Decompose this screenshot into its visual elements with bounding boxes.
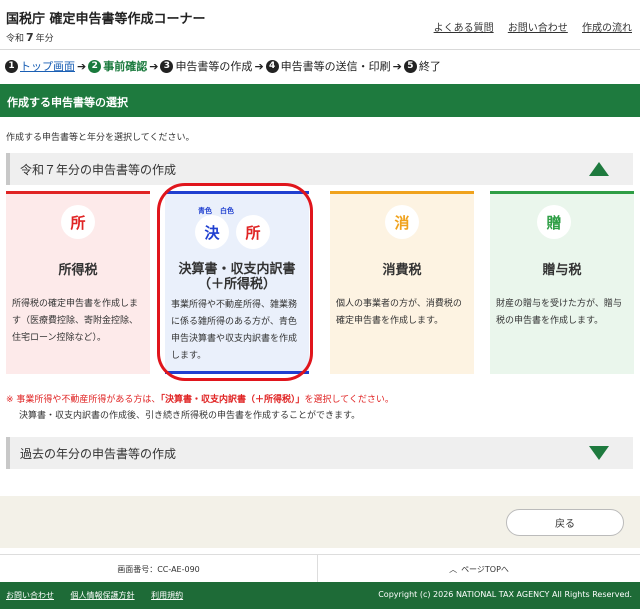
footer-bar: お問い合わせ 個人情報保護方針 利用規約 Copyright (c) 2026 …: [0, 582, 640, 609]
navigation-area: 戻る: [0, 496, 640, 548]
page-top-link[interactable]: ︿ ページTOPへ: [318, 555, 640, 583]
contact-link[interactable]: お問い合わせ: [508, 23, 568, 34]
financial-statement-title: 決算書・収支内訳書 （＋所得税）: [165, 262, 309, 292]
era-suffix: 年分: [35, 34, 54, 44]
step-number-5: 5: [403, 59, 417, 73]
copyright: Copyright (c) 2026 NATIONAL TAX AGENCY A…: [378, 590, 632, 599]
arrow-right-icon: ➔: [149, 59, 159, 73]
step-send-print: 4 申告書等の送信・印刷: [265, 58, 391, 74]
step-precheck-label: 事前確認: [103, 60, 148, 73]
tax-year-label: 令和 7 年分: [6, 31, 54, 44]
gift-tax-card[interactable]: 贈 贈与税 財産の贈与を受けた方が、贈与税の申告書を作成します。: [490, 191, 634, 374]
section-title: 作成する申告書等の選択: [0, 84, 640, 117]
past-years-accordion-title: 過去の年分の申告書等の作成: [20, 447, 177, 461]
arrow-right-icon: ➔: [392, 59, 402, 73]
consumption-tax-icon: 消: [385, 205, 419, 239]
current-year-accordion[interactable]: 令和７年分の申告書等の作成: [6, 153, 633, 185]
income-tax-icon: 所: [61, 205, 95, 239]
financial-statement-title-line2: （＋所得税）: [197, 277, 276, 292]
page-top-label: ページTOPへ: [461, 564, 509, 574]
chevron-up-icon: ︿: [449, 564, 458, 574]
past-years-accordion[interactable]: 過去の年分の申告書等の作成: [6, 437, 633, 469]
step-number-4: 4: [265, 59, 279, 73]
screen-id: 画面番号：CC-AE-090: [0, 555, 318, 583]
note-line-1: ※ 事業所得や不動産所得がある方は、「決算書・収支内訳書（＋所得税）」を選択して…: [6, 392, 394, 405]
step-top[interactable]: 1 トップ画面: [5, 58, 75, 74]
step-number-3: 3: [160, 59, 174, 73]
step-number-1: 1: [5, 59, 18, 73]
note-text-after: を選択してください。: [304, 395, 394, 405]
income-tax-card[interactable]: 所 所得税 所得税の確定申告書を作成します（医療費控除、寄附金控除、住宅ローン控…: [6, 191, 150, 374]
gift-tax-icon: 贈: [537, 205, 571, 239]
consumption-tax-title: 消費税: [382, 263, 422, 278]
consumption-tax-description: 個人の事業者の方が、消費税の確定申告書を作成します。: [336, 299, 462, 326]
income-tax-description: 所得税の確定申告書を作成します（医療費控除、寄附金控除、住宅ローン控除など）。: [12, 299, 139, 343]
faq-link[interactable]: よくある質問: [434, 23, 494, 34]
card-accent-bar-bottom: [165, 371, 309, 374]
step-top-link[interactable]: トップ画面: [20, 58, 75, 74]
step-number-2: 2: [88, 59, 102, 73]
progress-steps: 1 トップ画面 ➔ 2 事前確認 ➔ 3 申告書等の作成 ➔ 4 申告書等の送信…: [5, 58, 441, 74]
card-accent-bar: [490, 191, 634, 194]
era-prefix: 令和: [6, 34, 25, 44]
card-accent-bar: [165, 191, 309, 194]
footer-links: お問い合わせ 個人情報保護方針 利用規約: [6, 590, 197, 601]
step-finish: 5 終了: [403, 58, 441, 74]
card-accent-bar: [330, 191, 474, 194]
arrow-right-icon: ➔: [77, 59, 87, 73]
financial-statement-title-line1: 決算書・収支内訳書: [178, 262, 296, 277]
note-line-2: 決算書・収支内訳書の作成後、引き続き所得税の申告書を作成することができます。: [19, 411, 361, 421]
header-links: よくある質問 お問い合わせ 作成の流れ: [423, 19, 632, 34]
step-precheck: 2 事前確認: [88, 58, 147, 74]
financial-statement-card[interactable]: 青色 白色 決 所 決算書・収支内訳書 （＋所得税） 事業所得や不動産所得、雑業…: [165, 191, 309, 374]
footer-privacy-link[interactable]: 個人情報保護方針: [71, 591, 135, 600]
step-send-print-label: 申告書等の送信・印刷: [280, 60, 391, 73]
collapse-triangle-icon[interactable]: [589, 162, 609, 176]
step-create-label: 申告書等の作成: [175, 60, 253, 73]
era-year: 7: [26, 31, 34, 44]
step-finish-label: 終了: [418, 60, 441, 73]
site-title: 国税庁 確定申告書等作成コーナー: [6, 12, 206, 27]
arrow-right-icon: ➔: [254, 59, 264, 73]
footer-terms-link[interactable]: 利用規約: [151, 591, 183, 600]
step-create: 3 申告書等の作成: [160, 58, 252, 74]
financial-statement-description: 事業所得や不動産所得、雑業務に係る雑所得のある方が、青色申告決算書や収支内訳書を…: [171, 300, 298, 361]
card-accent-bar: [6, 191, 150, 194]
note-mark: ※: [6, 395, 14, 405]
flow-link[interactable]: 作成の流れ: [582, 23, 632, 34]
instruction-text: 作成する申告書等と年分を選択してください。: [6, 133, 195, 143]
white-return-tag: 白色: [220, 207, 234, 215]
site-header: 国税庁 確定申告書等作成コーナー 令和 7 年分 よくある質問 お問い合わせ 作成の…: [0, 0, 640, 50]
income-icon: 所: [236, 215, 270, 249]
current-year-accordion-title: 令和７年分の申告書等の作成: [20, 163, 177, 177]
note-text-before: 事業所得や不動産所得がある方は、: [16, 395, 161, 405]
footer-info: 画面番号：CC-AE-090 ︿ ページTOPへ: [0, 554, 640, 583]
note-highlight: 「決算書・収支内訳書（＋所得税）」: [160, 395, 305, 405]
settlement-icon: 決: [195, 215, 229, 249]
expand-triangle-icon[interactable]: [589, 446, 609, 460]
footer-contact-link[interactable]: お問い合わせ: [6, 591, 54, 600]
consumption-tax-card[interactable]: 消 消費税 個人の事業者の方が、消費税の確定申告書を作成します。: [330, 191, 474, 374]
income-tax-title: 所得税: [58, 263, 98, 278]
back-button[interactable]: 戻る: [506, 509, 624, 536]
gift-tax-description: 財産の贈与を受けた方が、贈与税の申告書を作成します。: [496, 299, 622, 326]
gift-tax-title: 贈与税: [542, 263, 582, 278]
